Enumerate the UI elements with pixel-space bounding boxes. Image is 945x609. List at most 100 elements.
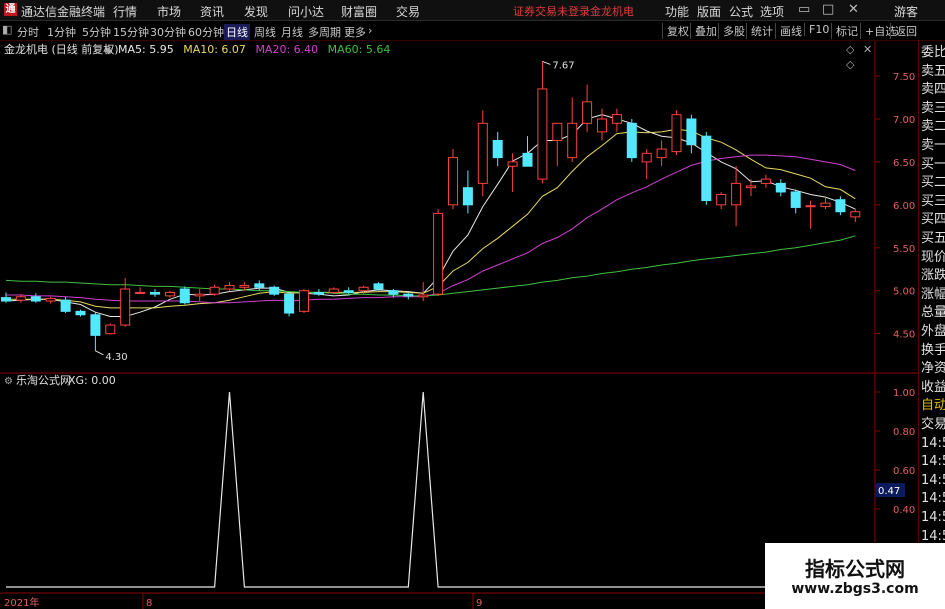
side-panel-item[interactable]: 委比 [921,45,945,60]
indicator-xg: XG: 0.00 [68,374,116,387]
btn-adjust[interactable]: 复权 [662,23,689,39]
menu-news[interactable]: 资讯 [200,3,224,20]
side-panel-item[interactable]: 卖五 [921,64,945,79]
period-weekly[interactable]: 周线 [254,24,276,40]
diamond-icon[interactable]: ◇ [846,43,855,56]
low-price-label: 4.30 [105,352,127,363]
ma20-legend: MA20: 6.40 [255,43,318,56]
menu-function[interactable]: 功能 [665,3,689,20]
ma5-legend: MA5: 5.95 [118,43,174,56]
candle [105,323,116,335]
side-panel-item[interactable]: 卖一 [921,138,945,153]
btn-multi-stock[interactable]: 多股 [718,23,745,39]
menu-discover[interactable]: 发现 [244,3,268,20]
side-panel-item[interactable]: 外盘 [921,324,945,339]
side-panel-item[interactable]: 净资 [921,361,945,376]
login-notice[interactable]: 证券交易未登录 [513,3,590,19]
chart-canvas[interactable]: 7.50 7.00 6.50 6.00 5.50 5.00 4.50 1.00 0.80 0.6… [0,41,945,609]
side-panel-item[interactable]: 买二 [921,175,945,190]
side-panel-item[interactable]: 现价 [921,250,945,265]
cursor-value: 0.47 [878,486,900,497]
candle [269,285,280,296]
side-panel-item[interactable]: 换手 [921,343,945,358]
y-tick-label: 4.50 [893,330,915,341]
y-tick-label: 7.50 [893,72,915,83]
menu-quotes[interactable]: 行情 [113,3,137,20]
close-icon[interactable]: ✕ [848,2,859,17]
y-tick-label: 6.00 [893,201,915,212]
btn-back[interactable]: 返回 [890,23,917,39]
settings-icon[interactable]: ⚙ [4,376,13,387]
side-panel-item[interactable]: 总量 [921,305,945,320]
side-info-panel: 委比卖五卖四卖三卖二卖一买一买二买三买四买五现价涨跌涨幅总量外盘换手净资收益自动… [918,41,945,609]
side-panel-item[interactable]: 卖三 [921,101,945,116]
diamond-icon[interactable]: ◇ [846,58,855,71]
side-panel-item[interactable]: 收益 [921,380,945,395]
side-panel-item[interactable]: 14:56 [921,454,945,469]
menu-trade[interactable]: 交易 [396,3,420,20]
side-panel-item[interactable]: 自动 [921,398,945,413]
side-panel-item[interactable]: 14:56 [921,491,945,506]
chevron-right-icon[interactable]: › [368,24,372,37]
btn-overlay[interactable]: 叠加 [690,23,717,39]
y-tick-label: 5.50 [893,244,915,255]
period-daily[interactable]: 日线 [224,24,250,40]
guest-label[interactable]: 游客 [894,3,918,20]
menu-ask[interactable]: 问小达 [288,3,324,20]
period-multi[interactable]: 多周期 [308,24,341,40]
side-panel-item[interactable]: 交易 [921,417,945,432]
minimize-icon[interactable]: ▭ [798,2,810,17]
side-panel-item[interactable]: 买四 [921,212,945,227]
restore-icon[interactable]: □ [822,2,834,17]
menu-options[interactable]: 选项 [760,3,784,20]
app-title: 通达信金融终端 [21,5,106,19]
info-circle-icon[interactable]: ◉ [104,45,113,56]
period-monthly[interactable]: 月线 [281,24,303,40]
btn-f10[interactable]: F10 [804,23,829,36]
menu-wealth-circle[interactable]: 财富圈 [341,3,377,20]
candle [701,131,712,205]
side-panel-item[interactable]: 买五 [921,231,945,246]
candle [299,289,309,314]
app-logo-icon: 通 [4,3,17,16]
period-30min[interactable]: 30分钟 [150,24,186,40]
side-panel-item[interactable]: 14:56 [921,473,945,488]
side-panel-item[interactable]: 14:56 [921,436,945,451]
ma60-legend: MA60: 5.64 [328,43,391,56]
side-panel-item[interactable]: 买一 [921,157,945,172]
notice-stock-name: 金龙机电 [590,5,634,18]
side-panel-item[interactable]: 卖二 [921,119,945,134]
side-panel-item[interactable]: 涨幅 [921,287,945,302]
period-60min[interactable]: 60分钟 [188,24,224,40]
y-tick-label: 5.00 [893,287,915,298]
watermark-title: 指标公式网 [805,557,905,581]
period-15min[interactable]: 15分钟 [113,24,149,40]
candle [179,286,190,305]
btn-stats[interactable]: 统计 [746,23,773,39]
watermark-url: www.zbgs3.com [791,581,919,597]
period-1min[interactable]: 1分钟 [47,24,76,40]
btn-mark[interactable]: 标记 [831,23,858,39]
period-time-share[interactable]: 分时 [17,24,39,40]
side-panel-item[interactable]: 涨跌 [921,268,945,283]
side-panel-item[interactable]: 14:56 [921,510,945,525]
menu-market[interactable]: 市场 [157,3,181,20]
candle [477,110,488,197]
close-chart-icon[interactable]: ✕ [863,43,872,56]
menu-layout[interactable]: 版面 [697,3,721,20]
side-panel-item[interactable]: 14:56 [921,529,945,544]
candle [671,110,682,156]
btn-draw[interactable]: 画线 [775,23,802,39]
period-more[interactable]: 更多 [344,24,366,40]
y-tick-label: 0.40 [893,505,915,516]
y-tick-label: 6.50 [893,158,915,169]
sidebar-toggle-icon[interactable]: ◧ [2,23,12,36]
candle [284,292,295,317]
x-label-sep: 9 [476,598,482,609]
high-price-label: 7.67 [552,60,574,71]
menu-formula[interactable]: 公式 [729,3,753,20]
side-panel-item[interactable]: 卖四 [921,82,945,97]
watermark: 指标公式网 www.zbgs3.com [765,543,945,609]
side-panel-item[interactable]: 买三 [921,194,945,209]
period-5min[interactable]: 5分钟 [82,24,111,40]
